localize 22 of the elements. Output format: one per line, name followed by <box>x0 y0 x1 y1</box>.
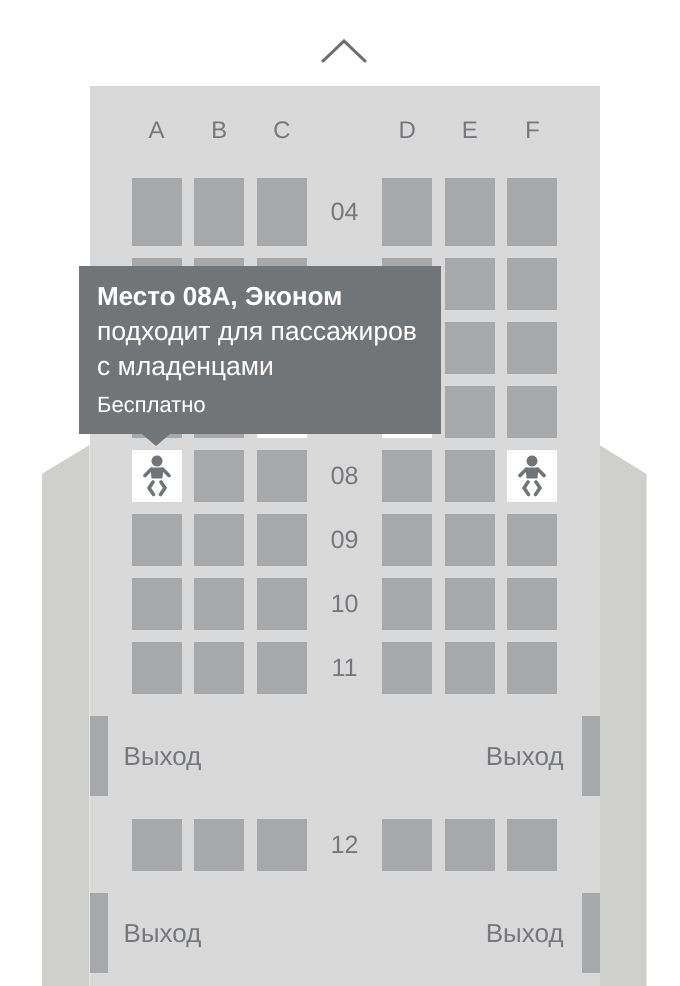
tooltip-price: Бесплатно <box>97 391 206 419</box>
exit-label: Выход <box>486 741 564 771</box>
seat[interactable] <box>132 450 182 502</box>
row-number: 10 <box>330 589 358 619</box>
exit-label: Выход <box>124 918 202 948</box>
column-letter: D <box>397 119 417 143</box>
row-number: 12 <box>330 830 358 860</box>
row-number: 09 <box>330 525 358 555</box>
exit-label: Выход <box>124 741 202 771</box>
exit-label: Выход <box>486 918 564 948</box>
column-letter: A <box>148 119 166 143</box>
row-number: 04 <box>330 197 358 227</box>
tooltip-description: подходит для пассажиров с младенцами <box>97 315 418 383</box>
row-number: 08 <box>330 461 358 491</box>
column-letter: C <box>272 119 292 143</box>
column-letter: E <box>460 119 479 143</box>
column-letter: B <box>210 119 228 143</box>
seat[interactable] <box>507 450 558 502</box>
row-number: 11 <box>332 653 358 683</box>
column-letter: F <box>524 119 541 143</box>
tooltip-title: Место 08A, Эконом <box>97 285 342 307</box>
chevron-up-icon[interactable] <box>321 39 367 63</box>
